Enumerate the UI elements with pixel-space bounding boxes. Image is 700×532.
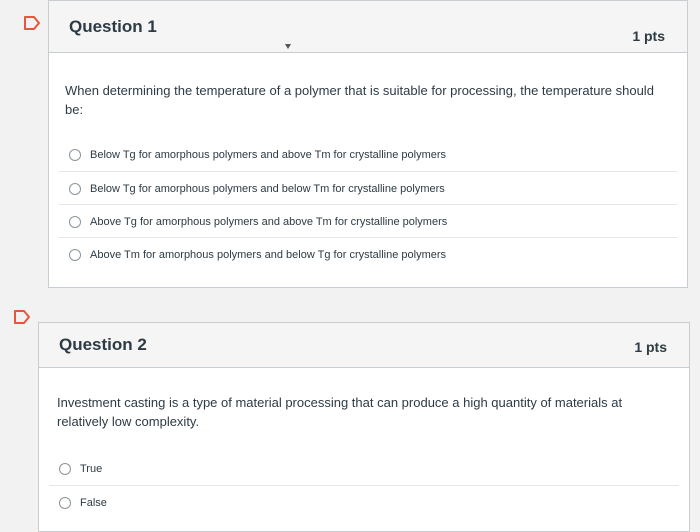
answer-option-false[interactable]: False xyxy=(49,485,679,519)
question-1-points: 1 pts xyxy=(632,28,665,44)
radio-button-icon[interactable] xyxy=(69,215,81,228)
question-2-points: 1 pts xyxy=(634,339,667,355)
question-1-title: Question 1 xyxy=(69,17,157,36)
answer-label: False xyxy=(80,496,107,509)
question-1-answers: Below Tg for amorphous polymers and abov… xyxy=(59,138,677,273)
answer-label: True xyxy=(80,462,103,475)
flag-question-2-icon[interactable] xyxy=(12,308,32,326)
question-2-title: Question 2 xyxy=(59,335,147,354)
question-2-header: Question 2 1 pts xyxy=(39,323,689,368)
question-2-answers: True False xyxy=(49,452,679,518)
question-1: Question 1 1 pts When determining the te… xyxy=(48,0,688,288)
question-2: Question 2 1 pts Investment casting is a… xyxy=(38,322,690,532)
answer-option-q1-a[interactable]: Below Tg for amorphous polymers and abov… xyxy=(59,138,677,171)
answer-label: Above Tm for amorphous polymers and belo… xyxy=(90,248,447,261)
answer-label: Below Tg for amorphous polymers and abov… xyxy=(90,148,447,161)
flag-question-1-icon[interactable] xyxy=(22,14,42,32)
answer-option-true[interactable]: True xyxy=(49,452,679,485)
radio-button-icon[interactable] xyxy=(69,182,81,195)
question-1-text: When determining the temperature of a po… xyxy=(65,83,654,117)
question-1-header: Question 1 1 pts xyxy=(49,1,687,53)
answer-option-q1-b[interactable]: Below Tg for amorphous polymers and belo… xyxy=(59,171,677,205)
answer-label: Above Tg for amorphous polymers and abov… xyxy=(90,215,448,228)
radio-button-icon[interactable] xyxy=(59,462,71,475)
radio-button-icon[interactable] xyxy=(59,496,71,509)
question-2-text: Investment casting is a type of material… xyxy=(57,395,623,429)
answer-option-q1-c[interactable]: Above Tg for amorphous polymers and abov… xyxy=(59,204,677,238)
answer-option-q1-d[interactable]: Above Tm for amorphous polymers and belo… xyxy=(59,237,677,271)
answer-label: Below Tg for amorphous polymers and belo… xyxy=(90,182,445,195)
radio-button-icon[interactable] xyxy=(69,248,81,261)
cursor-marker xyxy=(285,44,291,49)
radio-button-icon[interactable] xyxy=(69,148,81,161)
